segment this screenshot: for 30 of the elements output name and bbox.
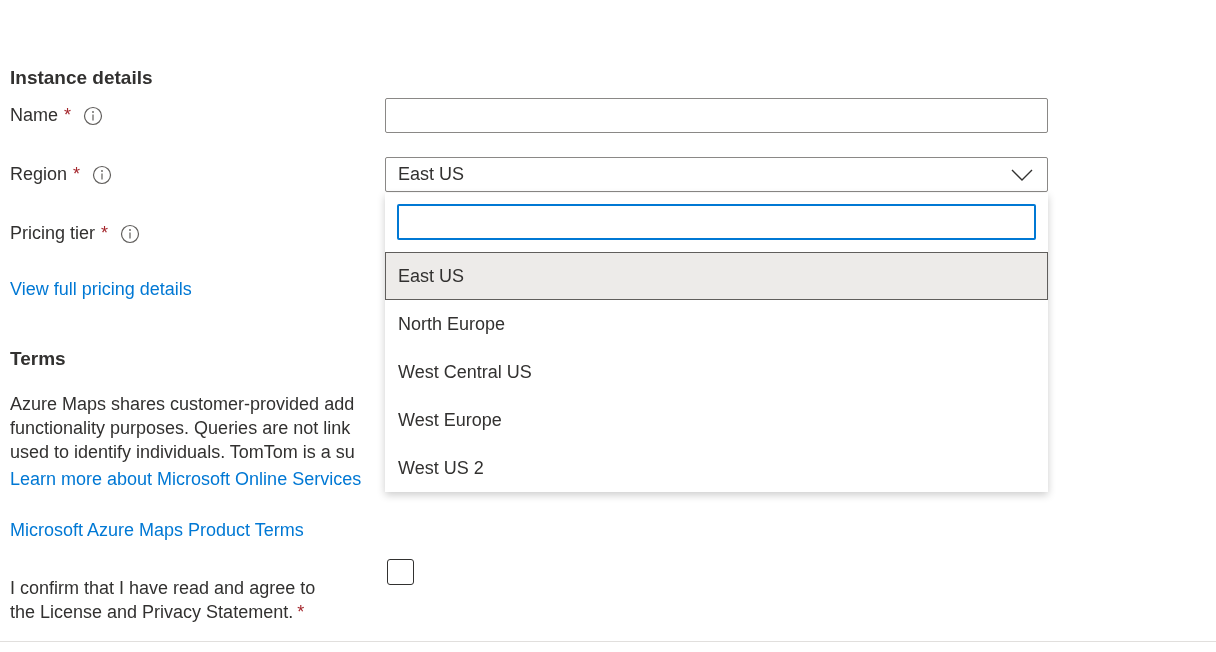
pricing-link[interactable]: View full pricing details [10, 279, 192, 299]
search-field[interactable] [397, 204, 1036, 240]
required-asterisk: * [73, 163, 81, 186]
section-heading: Terms [10, 347, 67, 371]
info-icon[interactable] [120, 223, 141, 244]
subprocessor-link[interactable]: Learn more about Microsoft Online Services [10, 469, 362, 489]
required-asterisk: * [64, 104, 72, 127]
field-label: Pricing tier [10, 222, 96, 245]
dropdown-option[interactable]: West US 2 [385, 444, 1048, 492]
name-input[interactable] [385, 98, 1048, 133]
field-label: Name [10, 104, 58, 127]
field-label: Region [10, 163, 68, 186]
info-icon[interactable] [83, 105, 104, 126]
info-icon[interactable] [92, 164, 113, 185]
confirm-text: I confirm that I have read and agree to [10, 578, 316, 598]
agree-checkbox[interactable] [387, 559, 414, 585]
terms-text: used to identify individuals. TomTom is a su [10, 442, 355, 462]
terms-text: Azure Maps shares customer-provided add [10, 394, 355, 414]
dropdown-option[interactable]: North Europe [385, 300, 1048, 348]
section-heading: Instance details [10, 66, 154, 90]
chevron-down-icon [1011, 168, 1033, 181]
dropdown-option[interactable]: West Central US [385, 348, 1048, 396]
terms-text: functionality purposes. Queries are not link [10, 418, 351, 438]
dropdown-option[interactable]: East US [385, 252, 1048, 300]
region-dropdown[interactable]: East US [385, 157, 1048, 192]
product-terms-link[interactable]: Microsoft Azure Maps Product Terms [10, 520, 304, 540]
required-asterisk: * [297, 602, 305, 622]
dropdown-option[interactable]: West Europe [385, 396, 1048, 444]
required-asterisk: * [101, 222, 109, 245]
confirm-text: the License and Privacy Statement. [10, 602, 294, 622]
